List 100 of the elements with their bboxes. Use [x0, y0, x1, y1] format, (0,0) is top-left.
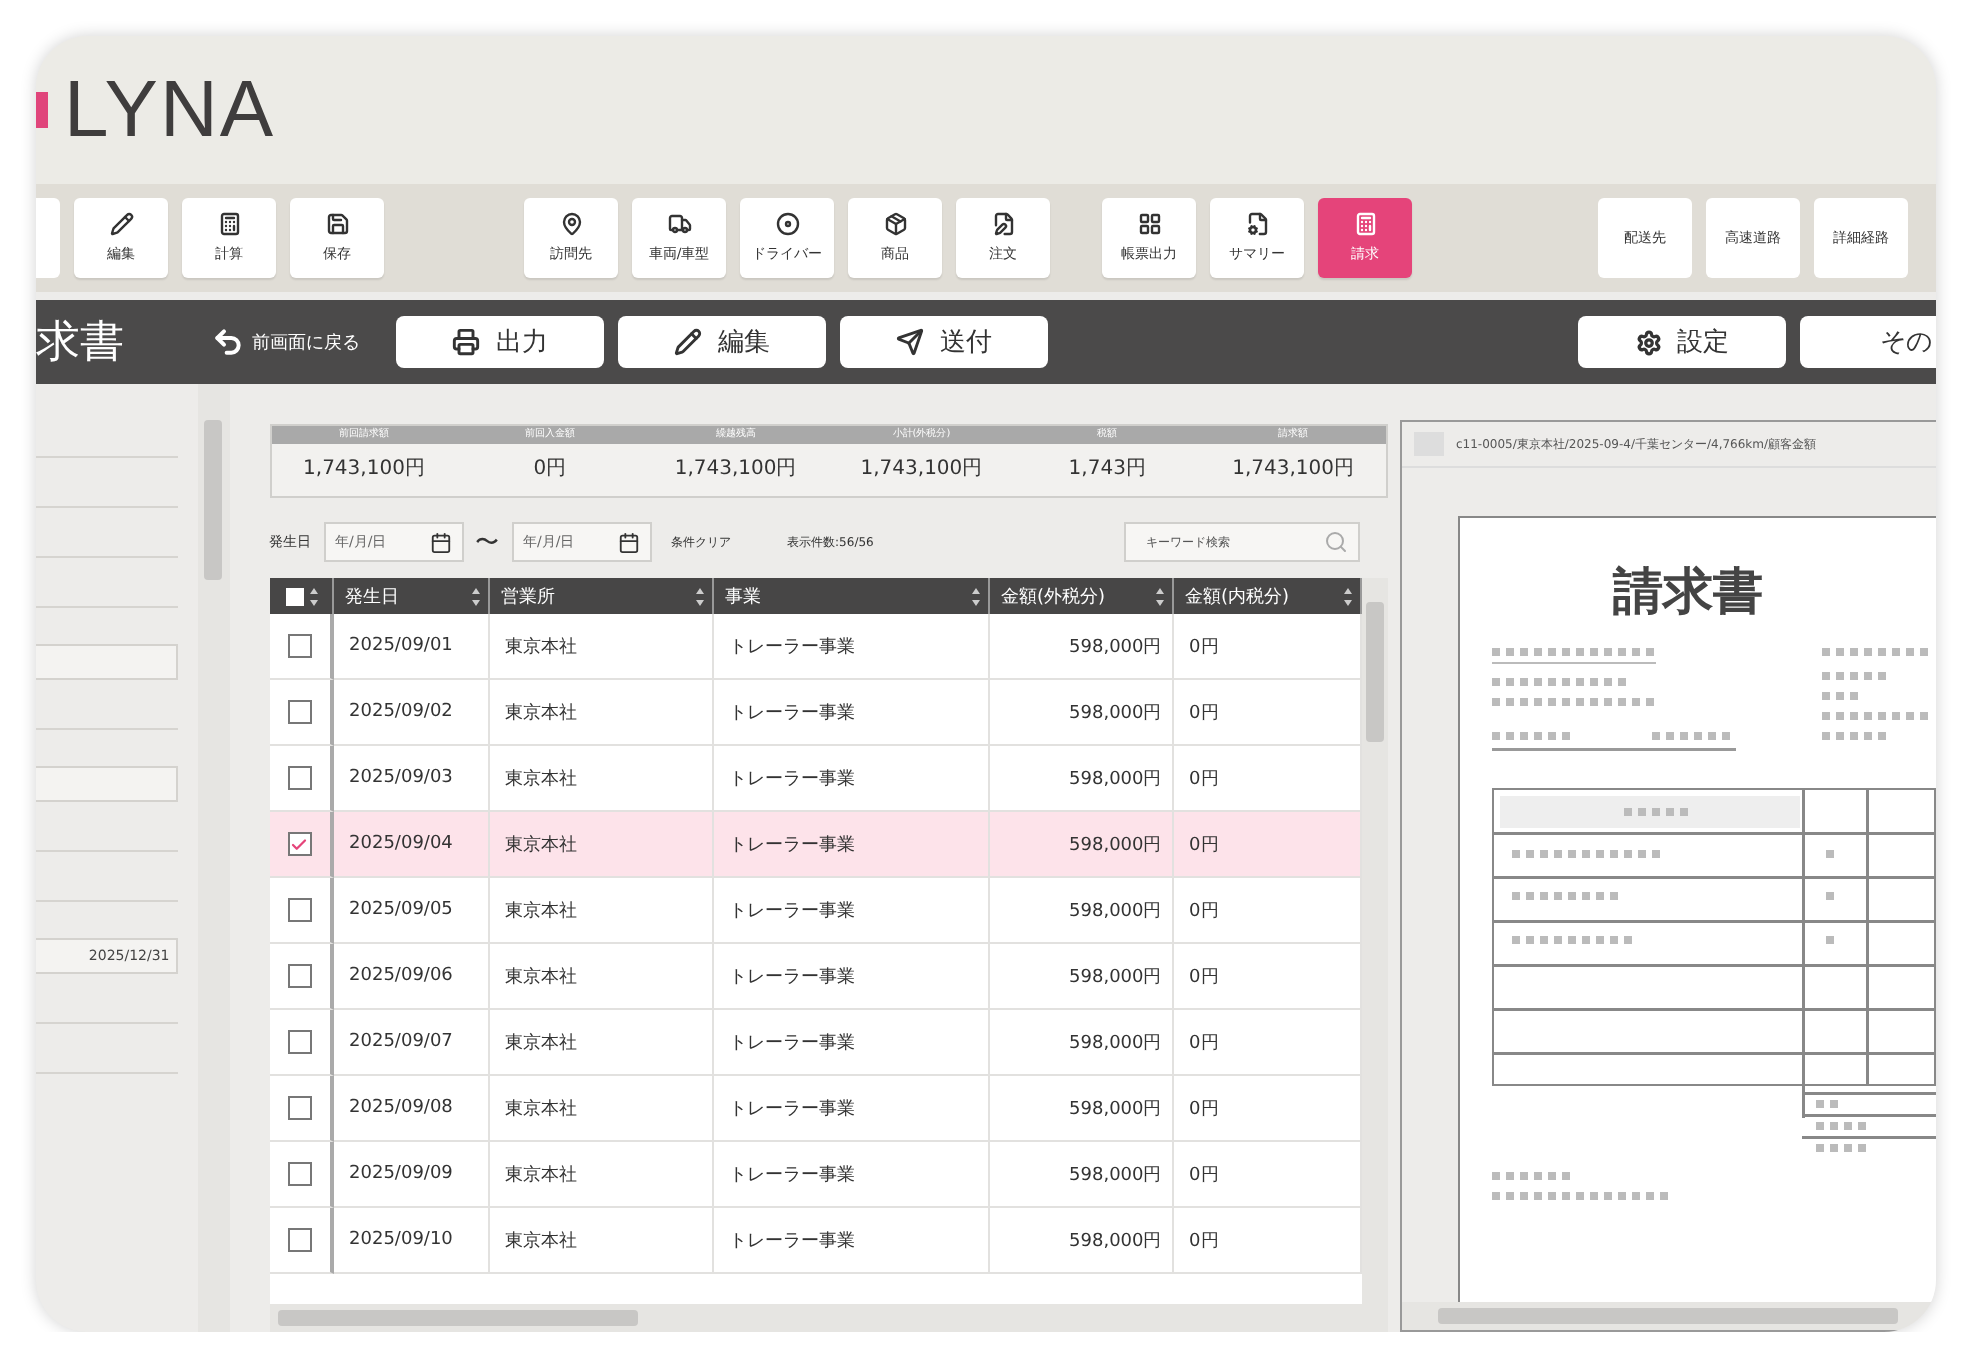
printer-icon — [452, 328, 480, 356]
table-cell: 2025/09/05 — [333, 878, 490, 944]
grid-icon — [1137, 212, 1161, 236]
table-cell: 598,000円 — [989, 614, 1174, 680]
calculator-icon — [217, 212, 241, 236]
select-all-checkbox[interactable] — [286, 587, 305, 605]
box-icon — [883, 212, 907, 236]
header-cell[interactable]: 発生日 — [333, 578, 490, 614]
table-cell: 0円 — [1173, 1076, 1362, 1142]
map-pin-icon — [559, 212, 583, 236]
row-checkbox[interactable] — [287, 700, 312, 724]
table-cell: 2025/09/03 — [333, 746, 490, 812]
table-cell: 0円 — [1173, 680, 1362, 746]
header-cell[interactable]: 金額(外税分) — [989, 578, 1174, 614]
table-cell: 2025/09/09 — [333, 1142, 490, 1208]
row-checkbox[interactable] — [287, 1162, 312, 1186]
table-cell: 598,000円 — [989, 746, 1174, 812]
send-icon — [896, 328, 924, 356]
calendar-icon[interactable] — [617, 531, 640, 553]
table-cell: トレーラー事業 — [713, 944, 990, 1010]
logo: LYNA — [64, 65, 276, 155]
table-cell: 東京本社 — [489, 746, 714, 812]
row-checkbox[interactable] — [287, 766, 312, 790]
sort-icon[interactable] — [695, 587, 704, 605]
file-pen-icon — [991, 212, 1015, 236]
table-cell: 598,000円 — [989, 1208, 1174, 1274]
steering-wheel-icon — [775, 212, 799, 236]
table-cell: 東京本社 — [489, 1076, 714, 1142]
table-cell: 2025/09/06 — [333, 944, 490, 1010]
settings-icon — [1635, 329, 1661, 355]
table-cell: 東京本社 — [489, 1208, 714, 1274]
action-button[interactable]: 編集 — [618, 316, 826, 368]
calendar-icon[interactable] — [429, 531, 452, 553]
table-cell: 0円 — [1173, 944, 1362, 1010]
document-title: 請求書 — [1613, 560, 1763, 624]
table-cell: 東京本社 — [489, 878, 714, 944]
table-cell: 2025/09/07 — [333, 1010, 490, 1076]
table-cell: 2025/09/01 — [333, 614, 490, 680]
table-cell: 東京本社 — [489, 812, 714, 878]
summary-value: 1,743,100円 — [301, 456, 427, 484]
summary-value: 1,743,100円 — [1230, 456, 1356, 484]
pencil-icon — [109, 212, 133, 236]
table-cell: 0円 — [1173, 878, 1362, 944]
scrollbar[interactable] — [1362, 578, 1388, 1304]
table-cell: トレーラー事業 — [713, 878, 990, 944]
action-button[interactable]: 出力 — [396, 316, 604, 368]
table-cell: 2025/09/08 — [333, 1076, 490, 1142]
summary-value: 0円 — [531, 456, 569, 484]
row-checkbox[interactable] — [287, 1228, 312, 1252]
table-cell: トレーラー事業 — [713, 680, 990, 746]
header-cell[interactable] — [269, 578, 334, 614]
table-cell: トレーラー事業 — [713, 614, 990, 680]
action-button[interactable]: その — [1800, 316, 1936, 368]
file-gear-icon — [1245, 212, 1269, 236]
summary-value: 1,743,100円 — [672, 456, 799, 484]
header-cell[interactable]: 事業 — [713, 578, 990, 614]
table-cell: 0円 — [1173, 1208, 1362, 1274]
table-cell: 0円 — [1173, 1142, 1362, 1208]
table-cell: トレーラー事業 — [713, 1010, 990, 1076]
summary-value: 1,743,100円 — [858, 456, 985, 484]
input-field[interactable] — [36, 644, 178, 680]
table-cell: 2025/09/10 — [333, 1208, 490, 1274]
sort-icon[interactable] — [1344, 587, 1352, 605]
scrollbar[interactable] — [197, 384, 230, 1332]
row-checkbox[interactable] — [287, 1030, 312, 1054]
truck-icon — [667, 212, 691, 236]
page-title: 求書 — [36, 316, 126, 372]
table-cell: 0円 — [1173, 614, 1362, 680]
table-cell: 598,000円 — [989, 812, 1174, 878]
action-button[interactable]: 設定 — [1578, 316, 1786, 368]
table-cell: 2025/09/02 — [333, 680, 490, 746]
action-button[interactable]: 送付 — [840, 316, 1048, 368]
check-icon — [290, 835, 309, 853]
table-cell: 598,000円 — [989, 878, 1174, 944]
back-link[interactable]: 前画面に戻る — [212, 326, 360, 358]
row-checkbox[interactable] — [287, 832, 312, 856]
sort-icon[interactable] — [1155, 587, 1164, 605]
logo-mark — [36, 92, 48, 128]
sort-icon[interactable] — [471, 587, 480, 605]
table-cell: トレーラー事業 — [713, 1208, 990, 1274]
row-checkbox[interactable] — [287, 1096, 312, 1120]
header-cell[interactable]: 金額(内税分) — [1173, 578, 1362, 614]
table-cell: 598,000円 — [989, 680, 1174, 746]
row-checkbox[interactable] — [287, 634, 312, 658]
sort-icon[interactable] — [971, 587, 980, 605]
sort-icon[interactable] — [310, 587, 319, 605]
table-cell: 598,000円 — [989, 1142, 1174, 1208]
table-cell: トレーラー事業 — [713, 746, 990, 812]
table-cell: トレーラー事業 — [713, 1076, 990, 1142]
table-cell: トレーラー事業 — [713, 812, 990, 878]
scrollbar[interactable] — [1402, 1302, 1936, 1330]
table-cell: トレーラー事業 — [713, 1142, 990, 1208]
table-cell: 東京本社 — [489, 680, 714, 746]
scrollbar[interactable] — [269, 1304, 1388, 1332]
row-checkbox[interactable] — [287, 964, 312, 988]
table-cell: 598,000円 — [989, 1076, 1174, 1142]
header-cell[interactable]: 営業所 — [489, 578, 714, 614]
input-field[interactable] — [36, 766, 178, 802]
row-checkbox[interactable] — [287, 898, 312, 922]
table-cell: 0円 — [1173, 1010, 1362, 1076]
